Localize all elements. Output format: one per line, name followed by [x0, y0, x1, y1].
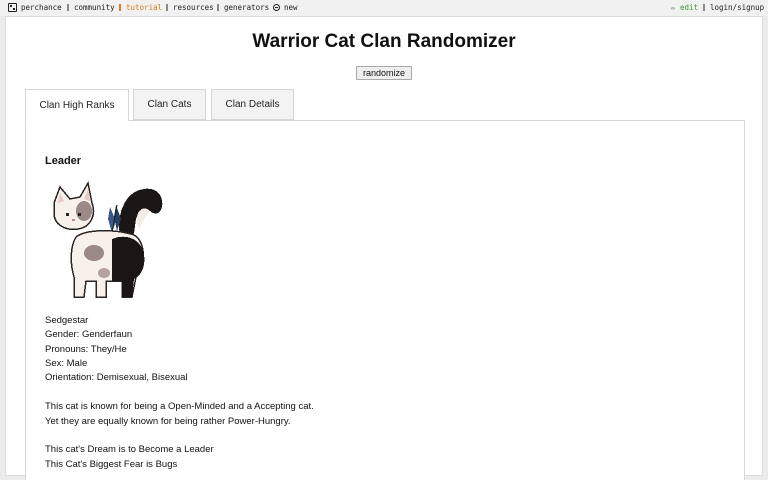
generators-icon [217, 4, 219, 11]
tutorial-icon [119, 4, 121, 11]
cat-fear: This Cat's Biggest Fear is Bugs [45, 459, 178, 470]
tab-clan-cats[interactable]: Clan Cats [133, 89, 206, 120]
cat-pronouns: Pronouns: They/He [45, 344, 127, 355]
resources-icon [166, 4, 168, 11]
cat-known-for: This cat is known for being a Open-Minde… [45, 401, 314, 412]
nav-community[interactable]: community [67, 3, 115, 12]
brand-label: perchance [21, 3, 62, 12]
community-icon [67, 4, 69, 11]
top-nav-bar: perchance community tutorial resources g… [0, 0, 768, 16]
randomize-button[interactable]: randomize [356, 66, 412, 80]
dice-icon [8, 3, 17, 12]
nav-generators[interactable]: generators [217, 3, 269, 12]
cat-orientation: Orientation: Demisexual, Bisexual [45, 372, 188, 383]
tab-content-high-ranks: Leader Sedgestar Gender: Genderfaun Pron… [25, 120, 745, 480]
nav-login[interactable]: login/signup [703, 3, 764, 12]
nav-edit[interactable]: ✏ edit [671, 3, 698, 12]
cat-dream: This cat's Dream is to Become a Leader [45, 444, 214, 455]
tab-clan-details[interactable]: Clan Details [211, 89, 294, 120]
cat-gender: Gender: Genderfaun [45, 329, 133, 340]
login-icon [703, 4, 705, 11]
page-title: Warrior Cat Clan Randomizer [252, 31, 516, 52]
cat-also-known: Yet they are equally known for being rat… [45, 416, 291, 427]
generator-panel: Warrior Cat Clan Randomizer randomize Cl… [5, 16, 763, 480]
leader-heading: Leader [45, 155, 82, 167]
nav-new[interactable]: new [273, 3, 298, 12]
cat-sex: Sex: Male [45, 358, 88, 369]
cat-sprite-image [53, 180, 163, 298]
brand-link[interactable]: perchance [8, 3, 62, 12]
nav-tutorial[interactable]: tutorial [119, 3, 162, 12]
nav-resources[interactable]: resources [166, 3, 214, 12]
new-plus-icon [273, 4, 280, 11]
tab-clan-high-ranks[interactable]: Clan High Ranks [25, 89, 129, 121]
cat-name: Sedgestar [45, 315, 89, 326]
